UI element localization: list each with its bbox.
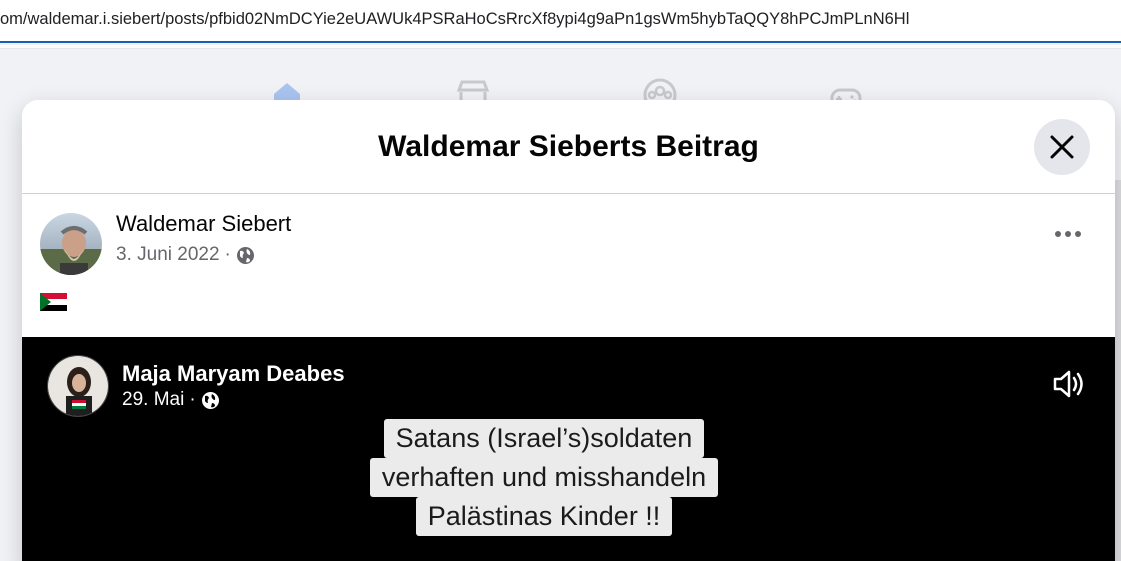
- video-author-avatar[interactable]: [47, 355, 109, 417]
- globe-icon[interactable]: [236, 246, 255, 265]
- globe-icon[interactable]: [201, 391, 220, 410]
- video-avatar-image: [48, 356, 108, 416]
- dialog-header: Waldemar Sieberts Beitrag: [22, 100, 1115, 194]
- post-header: Waldemar Siebert 3. Juni 2022 ·: [22, 194, 1115, 336]
- close-button[interactable]: [1034, 119, 1090, 175]
- video-caption: Satans (Israel’s)soldaten verhaften und …: [348, 419, 740, 536]
- video-author-name[interactable]: Maja Maryam Deabes: [122, 361, 345, 387]
- video-date[interactable]: 29. Mai: [122, 389, 184, 411]
- url-text[interactable]: om/waldemar.i.siebert/posts/pfbid02NmDCY…: [0, 10, 909, 29]
- video-meta: 29. Mai ·: [122, 389, 220, 411]
- meta-separator: ·: [224, 244, 231, 265]
- more-options-button[interactable]: [1048, 222, 1088, 246]
- caption-line: verhaften und misshandeln: [369, 458, 719, 497]
- volume-icon[interactable]: [1050, 365, 1088, 403]
- more-options-icon: [1055, 231, 1081, 237]
- address-bar[interactable]: om/waldemar.i.siebert/posts/pfbid02NmDCY…: [0, 0, 1121, 43]
- dialog-title: Waldemar Sieberts Beitrag: [378, 130, 759, 163]
- post-meta: 3. Juni 2022 ·: [116, 244, 255, 266]
- author-name[interactable]: Waldemar Siebert: [116, 211, 291, 237]
- post-date[interactable]: 3. Juni 2022: [116, 244, 220, 266]
- caption-line: Satans (Israel’s)soldaten: [383, 419, 705, 458]
- author-avatar[interactable]: [40, 213, 102, 275]
- toolbar-divider: [0, 45, 1121, 49]
- shared-video[interactable]: Maja Maryam Deabes 29. Mai · Satans (Isr…: [22, 337, 1115, 561]
- avatar-image: [40, 213, 102, 275]
- background-scroll-area: [1115, 180, 1121, 561]
- caption-line: Palästinas Kinder !!: [415, 497, 673, 536]
- video-meta-separator: ·: [189, 389, 196, 410]
- post-dialog: Waldemar Sieberts Beitrag Waldemar Siebe…: [22, 100, 1115, 561]
- sudan-flag-emoji: [40, 293, 67, 311]
- close-icon: [1050, 135, 1074, 159]
